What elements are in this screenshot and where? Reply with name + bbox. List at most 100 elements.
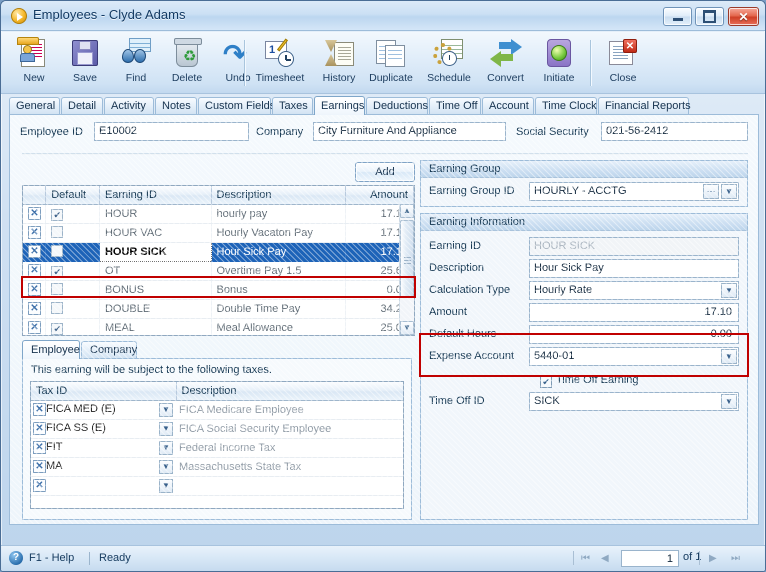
tab-financial-reports[interactable]: Financial Reports	[598, 97, 691, 114]
delete-row-icon[interactable]: ✕	[33, 440, 46, 454]
delete-row-icon[interactable]: ✕	[33, 459, 46, 473]
page-number-input[interactable]: 1	[621, 550, 679, 567]
first-record-icon[interactable]: ⏮	[581, 553, 590, 564]
toolbar-delete-button[interactable]: ♻ Delete	[159, 35, 215, 91]
default-checkbox[interactable]	[51, 283, 64, 295]
minimize-button[interactable]	[663, 7, 692, 26]
row-delete-cell[interactable]: ✕	[23, 299, 47, 319]
default-checkbox[interactable]	[51, 245, 64, 257]
scroll-up-icon[interactable]: ▲	[400, 204, 414, 218]
col-amount[interactable]: Amount	[345, 186, 414, 205]
col-description[interactable]: Description	[211, 186, 346, 205]
subtab-employee[interactable]: Employee	[22, 340, 80, 359]
toolbar-history-button[interactable]: History	[311, 35, 367, 91]
delete-row-icon[interactable]: ✕	[33, 478, 46, 492]
toolbar-schedule-button[interactable]: Schedule	[420, 35, 478, 91]
row-default-cell[interactable]	[45, 242, 100, 262]
default-checkbox[interactable]	[51, 322, 64, 335]
toolbar-save-button[interactable]: Save	[57, 35, 113, 91]
col-delete[interactable]	[23, 186, 47, 205]
toolbar-timesheet-button[interactable]: 1 Timesheet	[249, 35, 311, 91]
table-row[interactable]: ✕ HOUR hourly pay 17.10	[23, 204, 414, 224]
row-default-cell[interactable]	[45, 299, 100, 319]
toolbar-new-button[interactable]: New	[6, 35, 62, 91]
row-delete-cell[interactable]: ✕	[23, 204, 47, 224]
table-row[interactable]: ✕ BONUS Bonus 0.00	[23, 280, 414, 300]
chevron-down-icon[interactable]: ▼	[159, 478, 173, 493]
maximize-button[interactable]	[695, 7, 724, 26]
chevron-down-icon[interactable]: ▼	[721, 349, 737, 364]
table-row[interactable]: ✕ OT Overtime Pay 1.5 25.65	[23, 261, 414, 281]
col-tax-id[interactable]: Tax ID	[31, 382, 177, 401]
description-field[interactable]: Hour Sick Pay	[529, 259, 739, 278]
last-record-icon[interactable]: ⏭	[731, 553, 740, 564]
earnings-grid[interactable]: Default Earning ID Description Amount ✕ …	[22, 185, 415, 336]
delete-row-icon[interactable]: ✕	[28, 321, 41, 334]
tab-time-off[interactable]: Time Off	[429, 97, 481, 114]
list-item[interactable]: ✕ FICA SS (E) ▼ FICA Social Security Emplo…	[31, 419, 403, 439]
row-delete-cell[interactable]: ✕	[23, 242, 47, 262]
tab-custom-fields[interactable]: Custom Fields	[198, 97, 275, 114]
delete-row-icon[interactable]: ✕	[28, 283, 41, 296]
tax-grid[interactable]: Tax ID Description ✕ FICA MED (E) ▼ FICA M…	[30, 381, 404, 509]
table-row-selected[interactable]: ✕ HOUR SICK Hour Sick Pay 17.10	[23, 241, 414, 262]
row-delete-cell[interactable]: ✕	[23, 223, 47, 243]
calculation-type-combo[interactable]: Hourly Rate ▼	[529, 281, 739, 300]
toolbar-convert-button[interactable]: Convert	[478, 35, 533, 91]
list-item[interactable]: ✕ FIT ▼ Federal Income Tax	[31, 438, 403, 458]
chevron-down-icon[interactable]: ▼	[159, 440, 173, 455]
subtab-company[interactable]: Company	[81, 341, 137, 358]
tab-deductions[interactable]: Deductions	[366, 97, 428, 114]
list-item[interactable]: ✕ MA ▼ Massachusetts State Tax	[31, 457, 403, 477]
delete-row-icon[interactable]: ✕	[28, 302, 41, 315]
col-default[interactable]: Default	[45, 186, 100, 205]
time-off-earning-checkbox-row[interactable]: Time Off Earning	[540, 371, 639, 390]
previous-record-icon[interactable]: ◀	[601, 553, 609, 564]
company-field[interactable]: City Furniture And Appliance	[313, 122, 506, 141]
tab-taxes[interactable]: Taxes	[272, 97, 313, 114]
table-row[interactable]: ✕ DOUBLE Double Time Pay 34.20	[23, 299, 414, 319]
col-earning-id[interactable]: Earning ID	[99, 186, 212, 205]
next-record-icon[interactable]: ▶	[709, 553, 717, 564]
tax-id-cell[interactable]: ✕ FICA MED (E) ▼	[31, 400, 176, 420]
delete-row-icon[interactable]: ✕	[33, 421, 46, 435]
default-checkbox[interactable]	[51, 265, 64, 278]
row-delete-cell[interactable]: ✕	[23, 318, 47, 335]
employee-id-field[interactable]: E10002	[94, 122, 249, 141]
row-default-cell[interactable]	[45, 280, 100, 300]
list-item[interactable]: ✕ ▼	[31, 476, 403, 496]
row-delete-cell[interactable]: ✕	[23, 280, 47, 300]
scroll-down-icon[interactable]: ▼	[400, 321, 414, 335]
row-default-cell[interactable]	[45, 204, 100, 224]
scrollbar-thumb[interactable]	[400, 220, 414, 298]
earning-group-id-combo[interactable]: HOURLY - ACCTG ⋯ ▼	[529, 182, 739, 201]
chevron-down-icon[interactable]: ▼	[159, 402, 173, 417]
table-row[interactable]: ✕ HOUR VAC Hourly Vacaton Pay 17.10	[23, 223, 414, 243]
list-item[interactable]: ✕ FICA MED (E) ▼ FICA Medicare Employee	[31, 400, 403, 420]
expense-account-combo[interactable]: 5440-01 ▼	[529, 347, 739, 366]
table-row[interactable]: ✕ MEAL Meal Allowance 25.00	[23, 318, 414, 335]
amount-field[interactable]: 17.10	[529, 303, 739, 322]
row-default-cell[interactable]	[45, 223, 100, 243]
row-default-cell[interactable]	[45, 261, 100, 281]
tab-detail[interactable]: Detail	[61, 97, 103, 114]
row-default-cell[interactable]	[45, 318, 100, 335]
tab-activity[interactable]: Activity	[104, 97, 154, 114]
tab-earnings[interactable]: Earnings	[314, 96, 365, 115]
default-checkbox[interactable]	[51, 208, 64, 221]
delete-row-icon[interactable]: ✕	[28, 207, 41, 220]
help-text[interactable]: F1 - Help	[29, 552, 74, 564]
default-hours-field[interactable]: 0.00	[529, 325, 739, 344]
tax-id-cell[interactable]: ✕ ▼	[31, 476, 176, 496]
earnings-grid-scrollbar[interactable]: ▲ ▼	[399, 204, 414, 335]
tab-account[interactable]: Account	[482, 97, 534, 114]
tab-general[interactable]: General	[9, 97, 60, 114]
col-tax-description[interactable]: Description	[176, 382, 403, 401]
delete-row-icon[interactable]: ✕	[28, 264, 41, 277]
default-checkbox[interactable]	[51, 302, 64, 314]
toolbar-duplicate-button[interactable]: Duplicate	[362, 35, 420, 91]
tax-id-cell[interactable]: ✕ MA ▼	[31, 457, 176, 477]
question-mark-icon[interactable]: ?	[9, 551, 23, 565]
tax-id-cell[interactable]: ✕ FICA SS (E) ▼	[31, 419, 176, 439]
add-earning-button[interactable]: Add	[355, 162, 415, 182]
